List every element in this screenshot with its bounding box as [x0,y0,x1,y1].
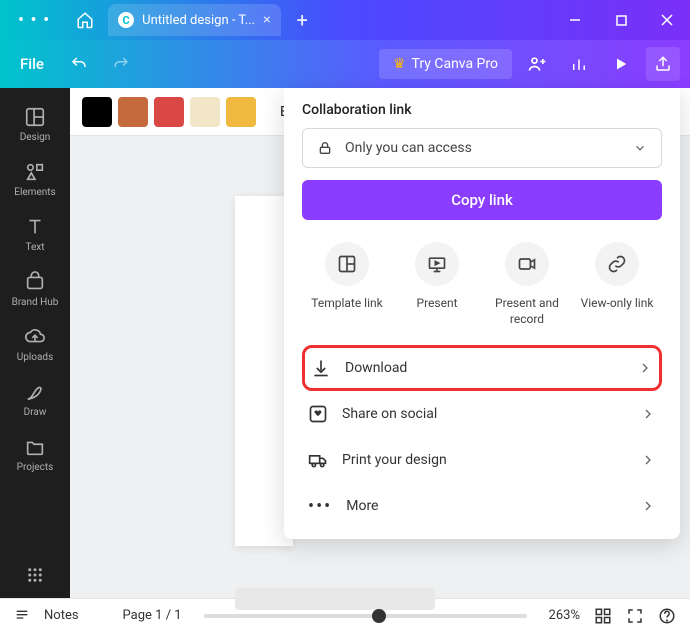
action-label: Share on social [342,406,437,422]
sidebar-item-draw[interactable]: Draw [0,371,70,426]
collaborate-icon[interactable] [520,47,554,81]
canva-favicon: C [118,12,134,28]
present-icon [427,254,447,274]
action-label: Download [345,360,407,376]
sidebar-label: Text [25,242,44,253]
download-icon [311,358,331,378]
download-option[interactable]: Download [302,345,662,391]
template-link-button[interactable]: Template link [305,242,389,327]
close-tab-icon[interactable]: × [263,12,270,28]
truck-icon [308,450,328,470]
sidebar-label: Draw [24,407,47,418]
play-button[interactable] [604,47,638,81]
chevron-down-icon [633,141,647,155]
swatch-red[interactable] [154,97,184,127]
grid-view-icon[interactable] [594,607,612,625]
share-panel: Collaboration link Only you can access C… [284,88,680,539]
collab-link-title: Collaboration link [302,102,662,118]
chevron-right-icon [637,360,653,376]
sidebar-item-design[interactable]: Design [0,96,70,151]
slider-thumb[interactable] [372,609,386,623]
chevron-right-icon [640,498,656,514]
notes-icon [14,608,30,624]
try-pro-label: Try Canva Pro [412,56,498,72]
copy-link-button[interactable]: Copy link [302,180,662,220]
sidebar-item-brand-hub[interactable]: Brand Hub [0,261,70,316]
swatch-black[interactable] [82,97,112,127]
close-window-button[interactable] [644,0,690,40]
swatch-cream[interactable] [190,97,220,127]
maximize-button[interactable] [598,0,644,40]
page-strip [235,588,435,610]
link-icon [607,254,627,274]
home-icon[interactable] [68,11,102,29]
present-record-button[interactable]: Present and record [485,242,569,327]
sidebar-label: Brand Hub [12,297,59,308]
quick-label: Present and record [485,296,569,327]
help-icon[interactable] [658,607,676,625]
view-only-link-button[interactable]: View-only link [575,242,659,327]
swatch-brown[interactable] [118,97,148,127]
share-social-option[interactable]: Share on social [302,391,662,437]
undo-button[interactable] [62,47,96,81]
notes-button[interactable]: Notes [44,608,79,623]
new-tab-button[interactable]: + [297,8,308,32]
quick-label: Template link [311,296,382,312]
record-icon [517,254,537,274]
sidebar-apps-grid[interactable] [0,552,70,598]
crown-icon: ♛ [393,56,406,72]
sidebar-label: Elements [14,187,55,198]
swatch-yellow[interactable] [226,97,256,127]
heart-icon [308,404,328,424]
more-option[interactable]: ••• More [302,483,662,529]
lock-icon [317,140,333,156]
present-button[interactable]: Present [395,242,479,327]
fullscreen-icon[interactable] [626,607,644,625]
sidebar-label: Uploads [17,352,53,363]
chevron-right-icon [640,406,656,422]
print-design-option[interactable]: Print your design [302,437,662,483]
access-dropdown[interactable]: Only you can access [302,128,662,168]
file-menu[interactable]: File [10,49,54,79]
chevron-right-icon [640,452,656,468]
more-icon: ••• [308,496,332,517]
redo-button[interactable] [104,47,138,81]
quick-label: Present [417,296,458,312]
template-icon [337,254,357,274]
zoom-slider[interactable] [204,614,527,618]
sidebar-item-text[interactable]: Text [0,206,70,261]
sidebar-item-uploads[interactable]: Uploads [0,316,70,371]
minimize-button[interactable] [552,0,598,40]
page-indicator[interactable]: Page 1 / 1 [123,608,182,623]
zoom-value[interactable]: 263% [549,608,580,623]
try-canva-pro-button[interactable]: ♛ Try Canva Pro [379,49,512,79]
action-label: More [346,498,378,514]
browser-tab[interactable]: C Untitled design - T... × [108,4,280,36]
access-label: Only you can access [345,140,472,156]
sidebar-label: Design [20,132,51,143]
action-label: Print your design [342,452,447,468]
share-button[interactable] [646,47,680,81]
sidebar-item-projects[interactable]: Projects [0,426,70,481]
quick-label: View-only link [581,296,654,312]
tab-title: Untitled design - T... [142,13,255,28]
sidebar-item-elements[interactable]: Elements [0,151,70,206]
sidebar-label: Projects [17,462,54,473]
analytics-icon[interactable] [562,47,596,81]
more-menu[interactable]: • • • [0,10,68,31]
